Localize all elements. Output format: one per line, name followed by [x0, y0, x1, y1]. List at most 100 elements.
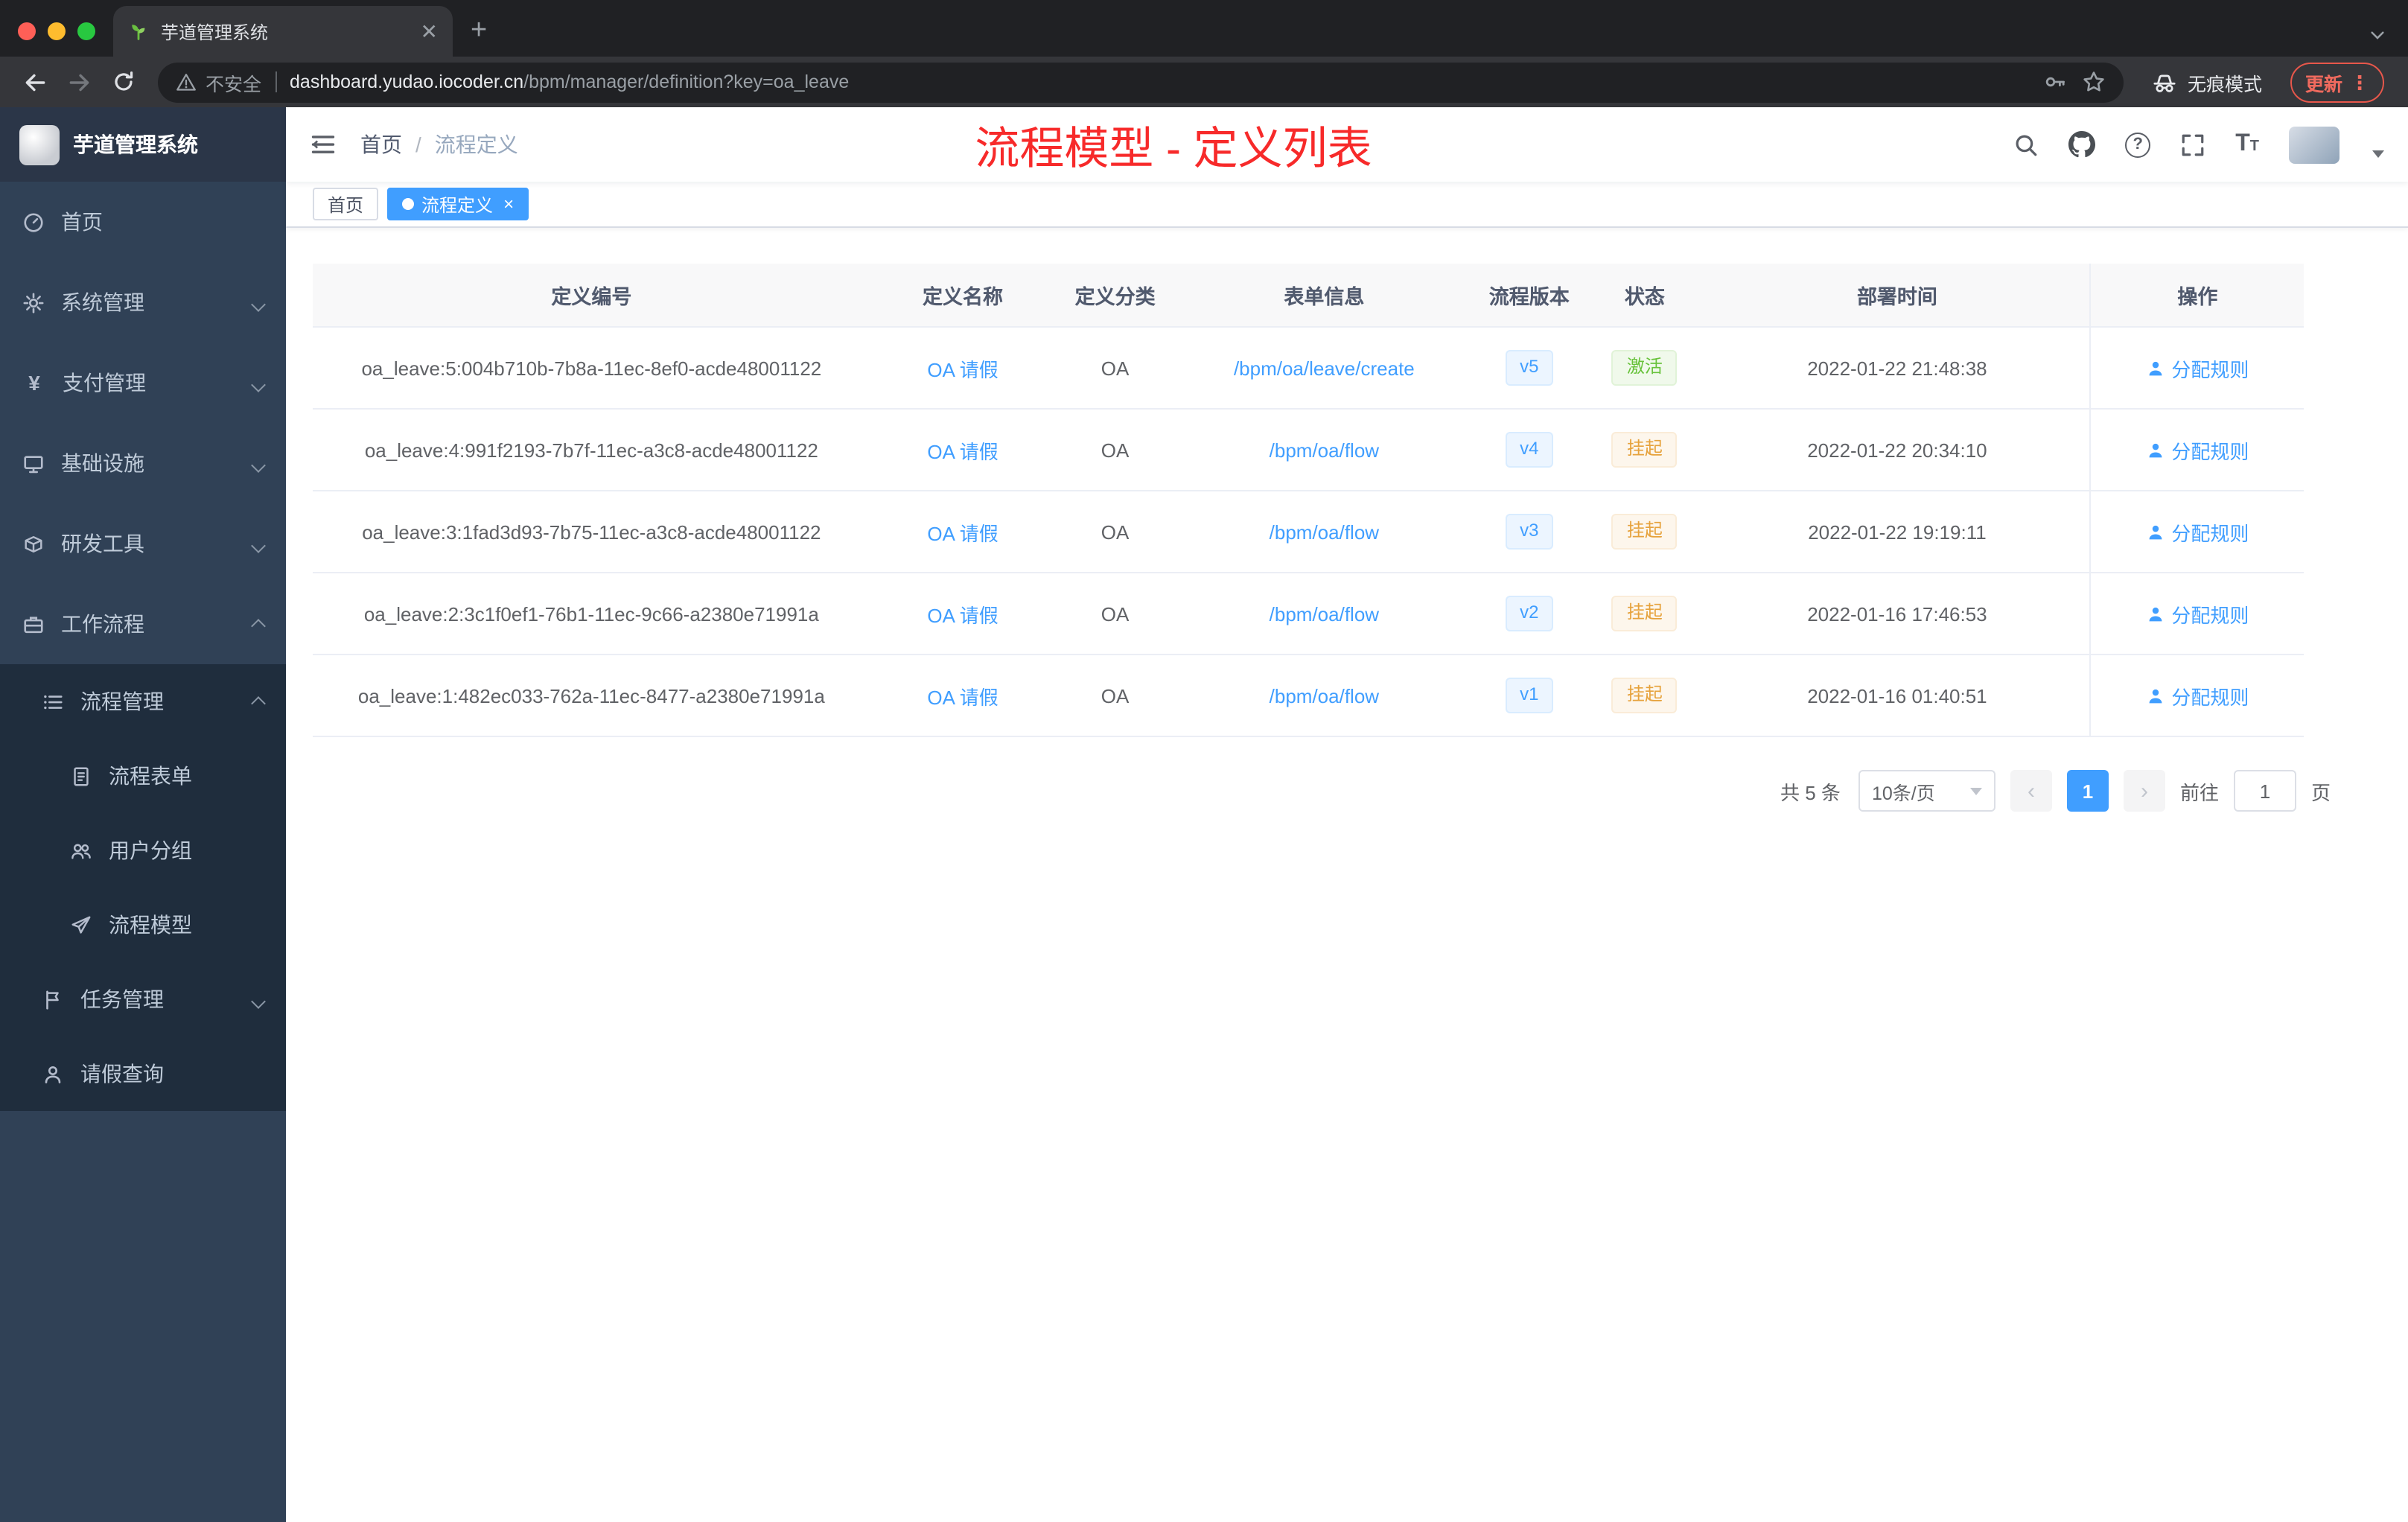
page-annotation-title: 流程模型 - 定义列表 — [975, 125, 1372, 174]
tab-close-icon[interactable]: ✕ — [421, 21, 438, 42]
incognito-badge: 无痕模式 — [2138, 68, 2275, 96]
pagination: 共 5 条 10条/页 ‹ 1 › 前往 页 — [340, 770, 2331, 812]
close-window-button[interactable] — [18, 22, 36, 40]
assign-rule-link[interactable]: 分配规则 — [2146, 518, 2249, 546]
font-size-icon[interactable]: TT — [2235, 132, 2259, 156]
tab-search-chevron-icon[interactable] — [2368, 25, 2408, 57]
help-icon[interactable]: ? — [2125, 132, 2151, 157]
assign-rule-link[interactable]: 分配规则 — [2146, 354, 2249, 382]
sidebar-item-devtools[interactable]: 研发工具 — [0, 503, 286, 584]
breadcrumb-current: 流程定义 — [434, 133, 518, 156]
definition-category: OA — [1055, 655, 1175, 737]
next-page-button[interactable]: › — [2123, 770, 2165, 812]
sidebar-item-leave-query[interactable]: 请假查询 — [0, 1037, 286, 1111]
sidebar-item-process-management[interactable]: 流程管理 — [0, 664, 286, 739]
incognito-icon — [2153, 74, 2176, 92]
app-root: 芋道管理系统 首页 系统管理 ¥ 支付管理 基础设施 研发工具 工作流程 流程管… — [0, 107, 2408, 1522]
users-icon — [71, 843, 91, 859]
assign-rule-link[interactable]: 分配规则 — [2146, 436, 2249, 464]
chevron-down-icon — [1969, 787, 1982, 795]
password-key-icon[interactable] — [2043, 70, 2067, 94]
tag-close-icon[interactable]: × — [503, 194, 514, 214]
main-area: 首页 / 流程定义 流程模型 - 定义列表 ? TT 首页 流程定义 × 定义编… — [286, 107, 2408, 1522]
navbar-right-icons: ? TT — [2013, 126, 2384, 163]
update-chrome-button[interactable]: 更新 ⋮ — [2290, 62, 2384, 102]
form-link[interactable]: /bpm/oa/flow — [1270, 520, 1379, 543]
app-logo[interactable]: 芋道管理系统 — [0, 107, 286, 182]
sidebar-item-infrastructure[interactable]: 基础设施 — [0, 423, 286, 503]
server-icon — [24, 455, 43, 473]
chevron-up-icon — [251, 690, 266, 713]
form-link[interactable]: /bpm/oa/flow — [1270, 684, 1379, 707]
definition-name-link[interactable]: OA 请假 — [927, 440, 998, 462]
tag-process-definition[interactable]: 流程定义 × — [387, 188, 529, 220]
sidebar: 芋道管理系统 首页 系统管理 ¥ 支付管理 基础设施 研发工具 工作流程 流程管… — [0, 107, 286, 1522]
browser-tab[interactable]: 芋道管理系统 ✕ — [113, 6, 453, 57]
user-avatar[interactable] — [2289, 126, 2339, 163]
sidebar-item-label: 用户分组 — [109, 838, 192, 862]
user-menu-caret-icon[interactable] — [2372, 150, 2384, 157]
gear-icon — [23, 292, 44, 313]
sidebar-item-label: 工作流程 — [61, 612, 144, 636]
security-label[interactable]: 不安全 — [206, 68, 261, 96]
chevron-down-icon — [251, 987, 266, 1011]
collapse-sidebar-button[interactable] — [310, 131, 337, 158]
sidebar-item-user-group[interactable]: 用户分组 — [0, 813, 286, 888]
form-link[interactable]: /bpm/oa/flow — [1270, 439, 1379, 461]
sidebar-item-task-management[interactable]: 任务管理 — [0, 962, 286, 1037]
sidebar-item-system[interactable]: 系统管理 — [0, 262, 286, 343]
fullscreen-icon[interactable] — [2180, 132, 2205, 157]
github-icon[interactable] — [2068, 131, 2096, 158]
reload-button[interactable] — [104, 63, 143, 101]
definition-name-link[interactable]: OA 请假 — [927, 686, 998, 708]
sidebar-item-label: 研发工具 — [61, 532, 144, 555]
sidebar-item-process-model[interactable]: 流程模型 — [0, 888, 286, 962]
page-size-select[interactable]: 10条/页 — [1858, 770, 1995, 812]
prev-page-button[interactable]: ‹ — [2010, 770, 2052, 812]
bookmark-star-icon[interactable] — [2082, 70, 2106, 94]
assign-rule-link[interactable]: 分配规则 — [2146, 599, 2249, 628]
form-link[interactable]: /bpm/oa/flow — [1270, 602, 1379, 625]
assign-rule-link[interactable]: 分配规则 — [2146, 681, 2249, 710]
browser-menu-icon[interactable]: ⋮ — [2350, 72, 2369, 92]
tab-title: 芋道管理系统 — [161, 22, 269, 42]
breadcrumb-home[interactable]: 首页 — [360, 130, 402, 159]
col-process-version: 流程版本 — [1473, 264, 1585, 328]
update-label: 更新 — [2305, 74, 2342, 95]
page-size-value: 10条/页 — [1871, 783, 1935, 803]
sidebar-item-workflow[interactable]: 工作流程 — [0, 584, 286, 664]
user-icon — [2149, 524, 2162, 539]
sidebar-item-label: 流程管理 — [80, 690, 164, 713]
back-button[interactable] — [15, 63, 54, 101]
table-row: oa_leave:4:991f2193-7b7f-11ec-a3c8-acde4… — [313, 409, 2304, 491]
breadcrumb-separator: / — [415, 133, 421, 156]
definition-name-link[interactable]: OA 请假 — [927, 522, 998, 544]
definition-name-link[interactable]: OA 请假 — [927, 358, 998, 380]
user-icon — [2149, 442, 2162, 457]
version-tag: v2 — [1505, 596, 1554, 631]
sidebar-item-label: 流程表单 — [109, 764, 192, 788]
address-bar[interactable]: 不安全 dashboard.yudao.iocoder.cn/bpm/manag… — [158, 62, 2124, 102]
forward-button[interactable] — [60, 63, 98, 101]
goto-page-input[interactable] — [2233, 770, 2296, 812]
sidebar-item-payment[interactable]: ¥ 支付管理 — [0, 343, 286, 423]
status-tag: 激活 — [1611, 350, 1678, 386]
deploy-time: 2022-01-16 17:46:53 — [1704, 573, 2091, 655]
page-1-button[interactable]: 1 — [2066, 770, 2109, 812]
definition-name-link[interactable]: OA 请假 — [927, 604, 998, 626]
tag-home[interactable]: 首页 — [313, 188, 379, 220]
col-definition-category: 定义分类 — [1055, 264, 1175, 328]
search-icon[interactable] — [2013, 132, 2039, 157]
sidebar-item-label: 首页 — [61, 210, 103, 234]
sidebar-item-home[interactable]: 首页 — [0, 182, 286, 262]
minimize-window-button[interactable] — [48, 22, 66, 40]
form-link[interactable]: /bpm/oa/leave/create — [1234, 357, 1415, 379]
status-tag: 挂起 — [1611, 678, 1678, 713]
table-row: oa_leave:2:3c1f0ef1-76b1-11ec-9c66-a2380… — [313, 573, 2304, 655]
new-tab-button[interactable]: + — [453, 15, 505, 57]
version-tag: v3 — [1505, 514, 1554, 550]
zoom-window-button[interactable] — [77, 22, 95, 40]
warning-icon — [176, 74, 196, 91]
browser-toolbar: 不安全 dashboard.yudao.iocoder.cn/bpm/manag… — [0, 57, 2408, 107]
sidebar-item-process-form[interactable]: 流程表单 — [0, 739, 286, 813]
